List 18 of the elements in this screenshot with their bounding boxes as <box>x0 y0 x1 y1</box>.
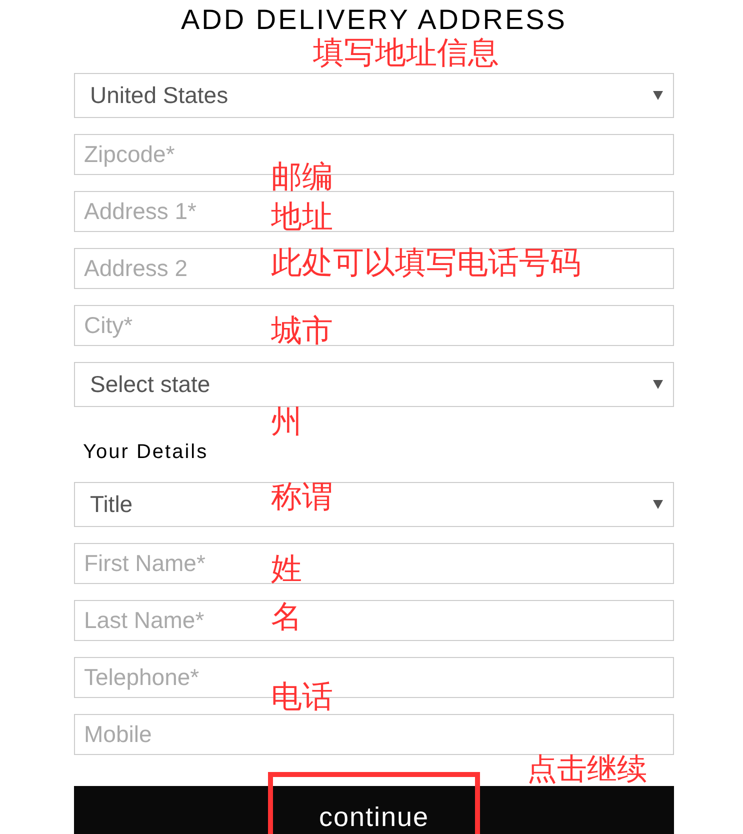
annotation-text: 姓 <box>271 555 302 583</box>
annotation-text: 名 <box>271 603 302 631</box>
caret-icon <box>653 500 663 509</box>
caret-icon <box>653 91 663 100</box>
annotation-text: 称谓 <box>271 483 333 511</box>
annotation-text: 州 <box>271 408 302 436</box>
caret-icon <box>653 380 663 389</box>
annotation-text: 城市 <box>271 317 333 345</box>
annotation-text: 填写地址信息 <box>313 39 499 67</box>
annotation-text: 此处可以填写电话号码 <box>271 249 581 277</box>
continue-button[interactable]: continue <box>74 786 674 834</box>
page-title: ADD DELIVERY ADDRESS <box>181 4 567 36</box>
section-heading: Your Details <box>83 440 208 464</box>
input-field[interactable]: Mobile <box>74 714 674 755</box>
annotation-text: 点击继续 <box>527 756 647 784</box>
select-field[interactable]: United States <box>74 73 674 118</box>
annotation-text: 地址 <box>271 203 333 231</box>
select-field[interactable]: Select state <box>74 362 674 407</box>
